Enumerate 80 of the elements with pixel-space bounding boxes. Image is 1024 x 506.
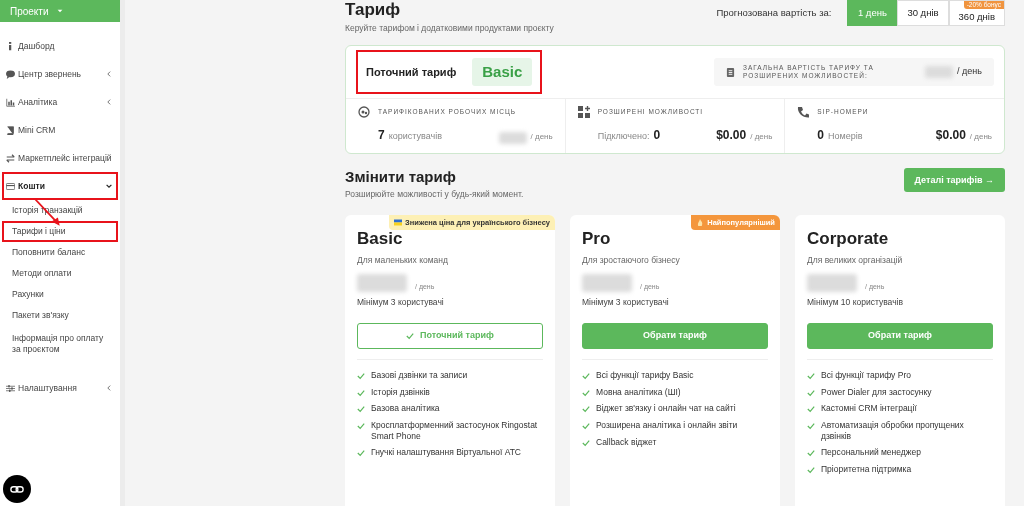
price-unit: / день [969, 131, 992, 144]
plan-name: Pro [582, 228, 612, 250]
headset-icon [358, 106, 370, 119]
feature-text: Пріоритетна підтримка [821, 463, 912, 475]
feature-text: Історія дзвінків [371, 386, 430, 398]
sidebar-item[interactable]: Кошти [2, 172, 118, 200]
sidebar-item[interactable]: Центр звернень [2, 60, 118, 88]
plan-name: Basic [357, 228, 404, 250]
bar-chart-icon [6, 97, 15, 107]
section-subtitle: Розширюйте можливості у будь-який момент. [345, 188, 524, 201]
feature-text: Power Dialer для застосунку [821, 386, 932, 398]
price-unit: / день [750, 131, 773, 144]
feature-text: Callback віджет [596, 436, 657, 448]
plan-tagline: Для великих організацій [807, 253, 904, 267]
feature-text: Кросплатформенний застосунок Ringostat Smart Phone [371, 419, 539, 442]
phone-icon [797, 106, 810, 119]
sidebar-item[interactable]: Аналітика [2, 88, 118, 116]
chat-bubble-icon [6, 69, 15, 79]
submenu-item[interactable]: Пакети зв'язку [2, 305, 118, 326]
plan-name: Corporate [807, 228, 890, 250]
chat-widget-button[interactable] [3, 475, 31, 503]
feature-text: Персональний менеджер [821, 447, 921, 458]
feature-text: Автоматизація обробки пропущених дзвінків [821, 419, 965, 442]
submenu-item[interactable]: Рахунки [2, 284, 118, 305]
stat-count: 0 [653, 127, 661, 145]
stat-price: $0.00 [716, 127, 747, 145]
check-icon [406, 331, 415, 340]
page-subtitle: Керуйте тарифом і додатковими продуктами проєкту [345, 22, 554, 35]
sidebar-item[interactable]: Маркетплейс інтеграцій [2, 144, 118, 172]
stat-price: $0.00 [935, 127, 966, 145]
widgets-icon [577, 106, 590, 119]
swap-arrows-icon [6, 153, 15, 163]
period-tab[interactable]: 30 днів [897, 0, 949, 26]
feature-text: Всі функції тарифу Basic [596, 370, 694, 381]
card-icon [6, 181, 15, 191]
feature-text: Всі функції тарифу Pro [821, 370, 911, 381]
forecast-label: Прогнозована вартість за: [716, 5, 832, 20]
receipt-icon [726, 67, 735, 77]
plan-minimum: Мінімум 3 користувачі [582, 296, 670, 309]
price-unit: / день [957, 65, 982, 79]
sidebar-item[interactable]: Дашборд [2, 32, 118, 60]
price-unit: / день [530, 131, 553, 144]
plan-tagline: Для маленьких команд [357, 253, 449, 267]
feature-text: Гнучкі налаштування Віртуальної АТС [371, 447, 521, 458]
feature-text: Віджет зв'язку і онлайн чат на сайті [596, 403, 736, 414]
page-title: Тариф [345, 1, 402, 18]
plan-tagline: Для зростаючого бізнесу [582, 253, 681, 267]
feature-text: Базові дзвінки та записи [371, 370, 468, 381]
stat-count: 0 [817, 127, 825, 145]
stat-suffix: Номерів [828, 129, 863, 143]
feature-text: Базова аналітика [371, 403, 440, 414]
blurred-price [498, 132, 527, 145]
flame-icon [696, 219, 705, 227]
sliders-icon [6, 383, 15, 393]
stat-count: 7 [378, 127, 385, 145]
sidebar-item[interactable]: Mini CRM [2, 116, 118, 144]
plan-badge: Basic [472, 57, 533, 87]
feature-text: Мовна аналітика (ШІ) [596, 386, 681, 398]
loop-icon [10, 484, 24, 494]
sidebar-item[interactable]: Налаштування [2, 374, 118, 402]
blurred-price [582, 274, 632, 293]
stat-suffix: користувачів [388, 129, 442, 143]
blurred-price [807, 274, 857, 293]
submenu-item[interactable]: Тарифи і ціни [2, 221, 118, 242]
check-icon [357, 449, 365, 458]
plan-minimum: Мінімум 3 користувачі [357, 296, 445, 309]
plan-minimum: Мінімум 10 користувачів [807, 296, 904, 309]
current-plan-label: Поточний тариф [366, 64, 457, 80]
blurred-price [357, 274, 407, 293]
book-icon [6, 125, 15, 135]
blurred-price [925, 66, 954, 78]
feature-text: Кастомні CRM інтеграції [821, 403, 917, 414]
section-title: Змінити тариф [345, 169, 457, 185]
submenu-item[interactable]: Поповнити баланс [2, 242, 118, 263]
feature-text: Розширена аналітика і онлайн звіти [596, 419, 738, 431]
caret-icon [56, 8, 63, 14]
submenu-item[interactable]: Інформація про оплату за проєктом [2, 326, 118, 362]
submenu-item[interactable]: Методи оплати [2, 263, 118, 284]
stat-prefix: Підключено: [597, 129, 650, 143]
flag-icon [394, 219, 403, 227]
